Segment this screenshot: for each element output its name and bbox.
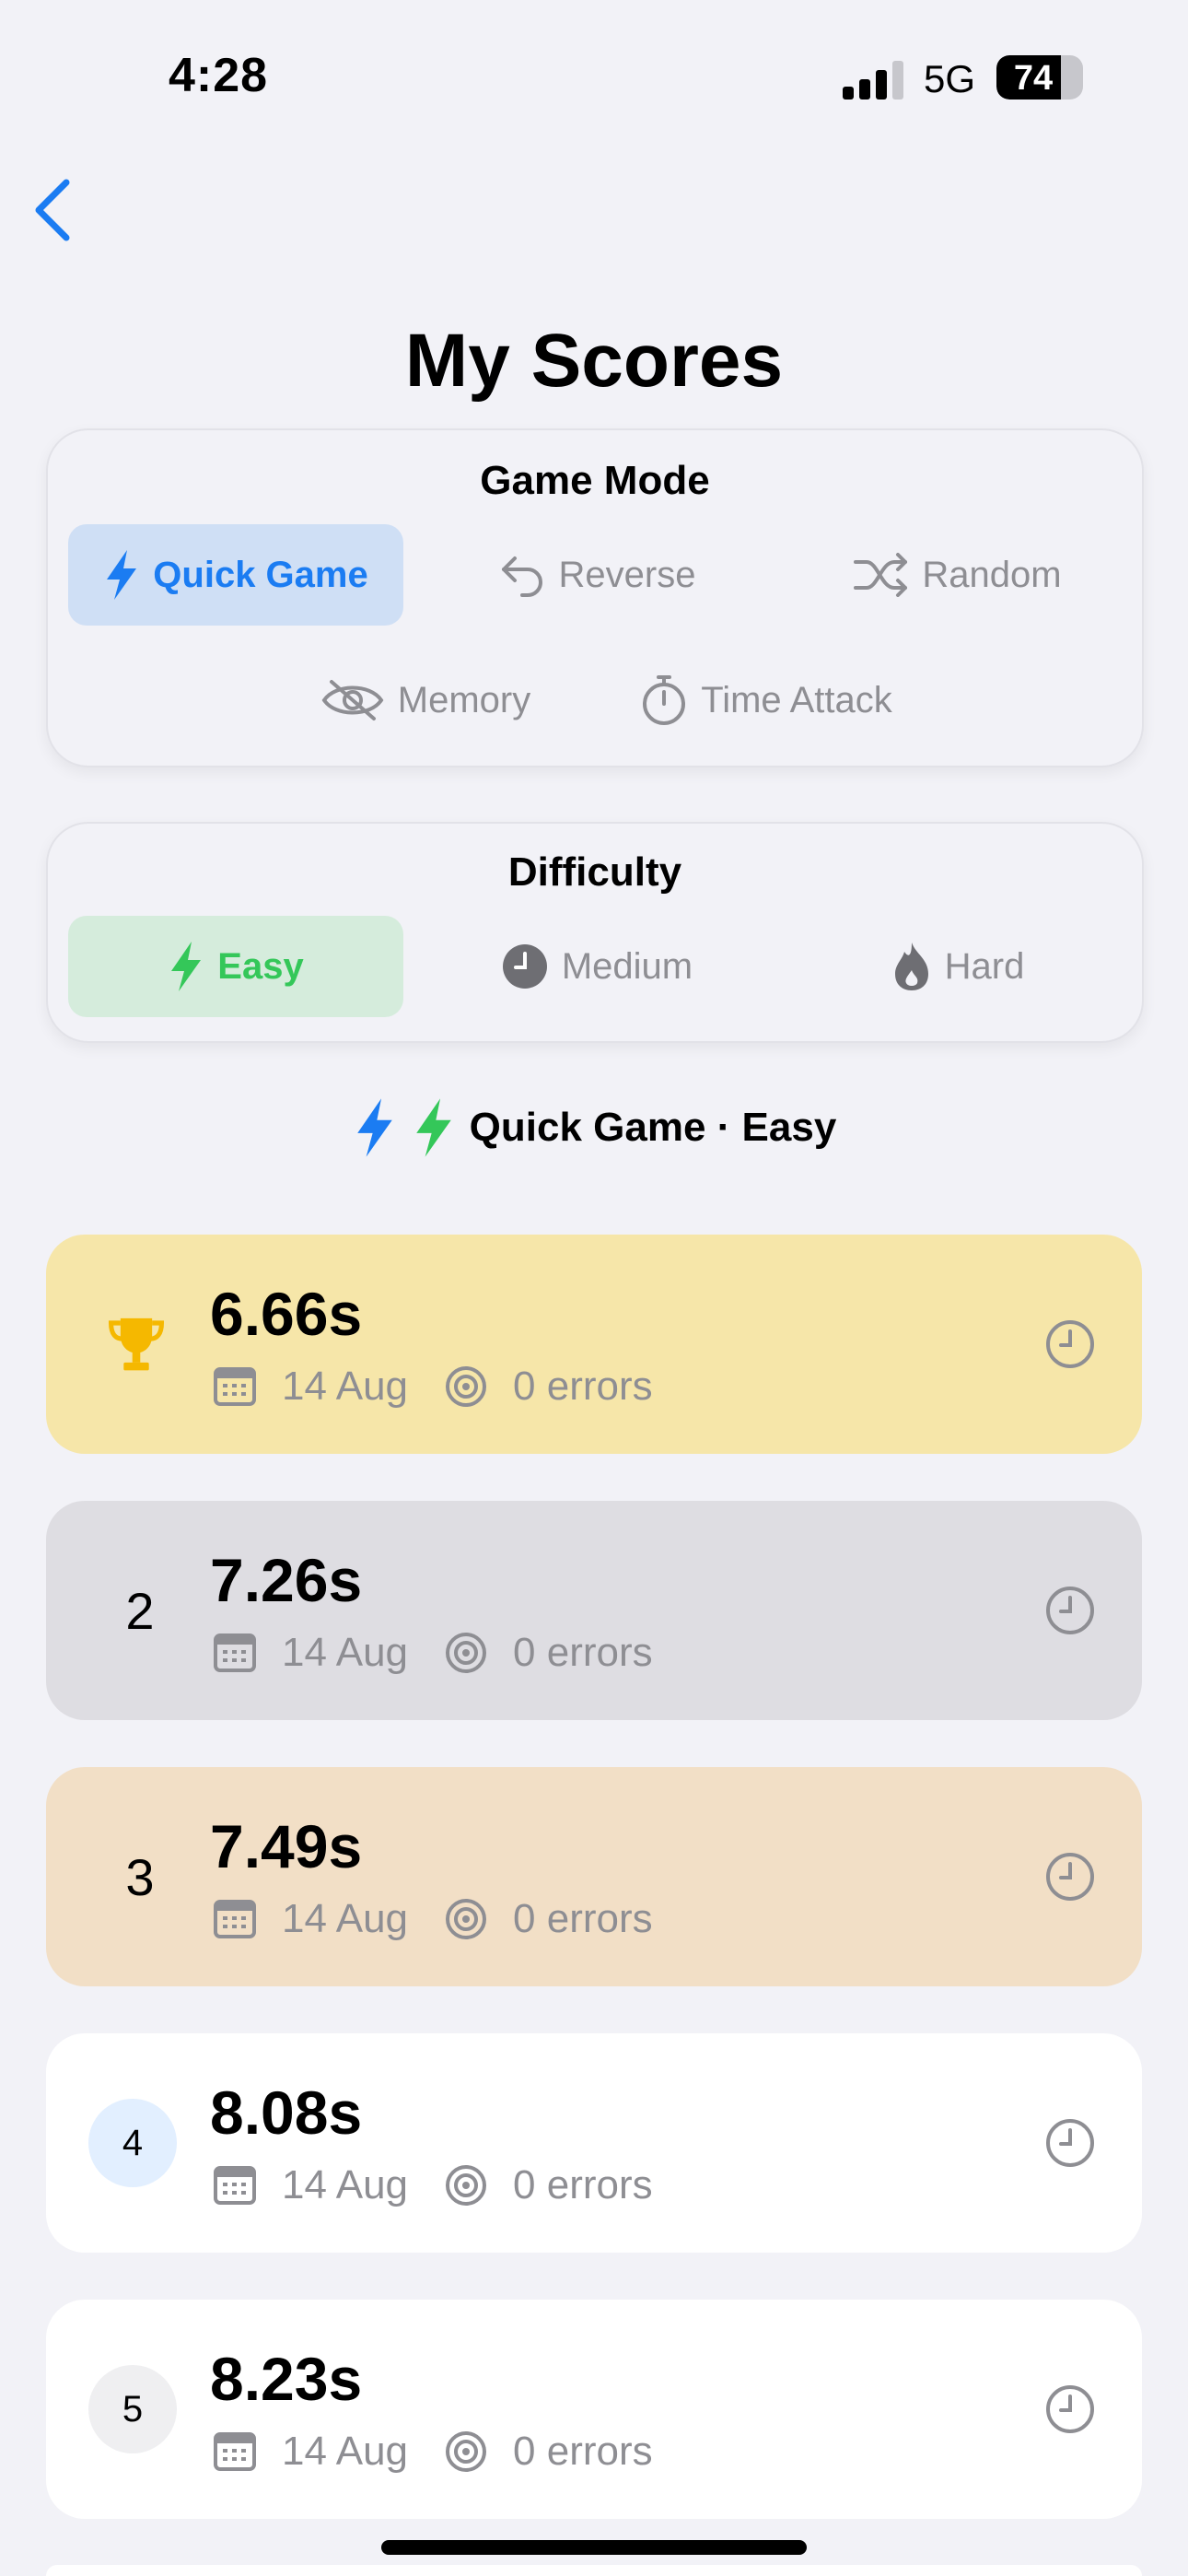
back-chevron-icon[interactable] <box>28 175 79 245</box>
score-errors: 0 errors <box>513 1896 653 1941</box>
clock-icon[interactable] <box>1044 1585 1096 1636</box>
score-time: 8.08s <box>210 2078 363 2147</box>
difficulty-hard[interactable]: Hard <box>790 916 1125 1017</box>
clock-icon[interactable] <box>1044 2383 1096 2435</box>
score-date: 14 Aug <box>282 1630 409 1675</box>
score-date: 14 Aug <box>282 1896 409 1941</box>
difficulty-label: Easy <box>217 945 304 987</box>
clock-icon[interactable] <box>1044 2117 1096 2169</box>
rank-badge: 5 <box>88 2365 177 2453</box>
undo-arrow-icon <box>501 556 542 597</box>
summary-text: Quick Game · Easy <box>469 1105 837 1150</box>
battery-icon: 74 <box>996 55 1083 100</box>
mode-label: Quick Game <box>153 554 368 595</box>
mode-memory[interactable]: Memory <box>287 650 564 751</box>
calendar-icon <box>214 1367 256 1406</box>
clock-icon[interactable] <box>1044 1318 1096 1370</box>
target-icon <box>446 2165 487 2206</box>
gauge-icon <box>502 944 547 989</box>
difficulty-easy[interactable]: Easy <box>68 916 403 1017</box>
score-errors: 0 errors <box>513 2162 653 2207</box>
game-mode-title: Game Mode <box>480 458 710 503</box>
score-meta: 14 Aug 0 errors <box>214 1630 653 1676</box>
eye-slash-icon <box>321 680 384 720</box>
clock-icon[interactable] <box>1044 1851 1096 1903</box>
score-row[interactable]: 4 8.08s 14 Aug 0 errors <box>46 2033 1142 2253</box>
score-row[interactable]: 3 7.49s 14 Aug 0 errors <box>46 1767 1142 1986</box>
mode-label: Memory <box>397 679 531 720</box>
target-icon <box>446 1633 487 1673</box>
mode-time-attack[interactable]: Time Attack <box>600 650 932 751</box>
score-row[interactable] <box>46 2565 1142 2576</box>
bolt-icon <box>415 1098 451 1157</box>
bolt-icon <box>107 550 137 600</box>
target-icon <box>446 2431 487 2472</box>
score-meta: 14 Aug 0 errors <box>214 2429 653 2475</box>
difficulty-card: Difficulty Easy Medium Hard <box>46 822 1144 1043</box>
score-date: 14 Aug <box>282 2429 409 2474</box>
score-row[interactable]: 6.66s 14 Aug 0 errors <box>46 1235 1142 1454</box>
battery-nub <box>1077 70 1083 87</box>
selection-summary: Quick Game · Easy <box>0 1096 1188 1159</box>
score-row[interactable]: 2 7.26s 14 Aug 0 errors <box>46 1501 1142 1720</box>
score-date: 14 Aug <box>282 2162 409 2207</box>
score-errors: 0 errors <box>513 1630 653 1675</box>
difficulty-title: Difficulty <box>507 849 682 895</box>
rank-number: 3 <box>125 1847 155 1906</box>
score-row[interactable]: 5 8.23s 14 Aug 0 errors <box>46 2300 1142 2519</box>
score-meta: 14 Aug 0 errors <box>214 1364 653 1410</box>
mode-label: Reverse <box>558 554 696 595</box>
mode-random[interactable]: Random <box>790 524 1125 626</box>
rank-number: 2 <box>125 1581 155 1640</box>
mode-quick-game[interactable]: Quick Game <box>68 524 403 626</box>
difficulty-label: Medium <box>561 945 693 987</box>
score-time: 8.23s <box>210 2345 363 2413</box>
calendar-icon <box>214 2166 256 2205</box>
bolt-icon <box>356 1098 392 1157</box>
score-errors: 0 errors <box>513 1364 653 1409</box>
game-mode-card: Game Mode Quick Game Reverse Random Memo… <box>46 428 1144 767</box>
stopwatch-icon <box>643 675 686 725</box>
status-time: 4:28 <box>169 49 269 102</box>
trophy-icon <box>108 1317 165 1371</box>
flame-icon <box>894 943 928 990</box>
calendar-icon <box>214 2432 256 2471</box>
target-icon <box>446 1899 487 1939</box>
score-meta: 14 Aug 0 errors <box>214 1896 653 1942</box>
score-errors: 0 errors <box>513 2429 653 2474</box>
target-icon <box>446 1366 487 1407</box>
shuffle-icon <box>854 553 908 597</box>
mode-reverse[interactable]: Reverse <box>429 524 764 626</box>
score-time: 7.49s <box>210 1812 363 1880</box>
score-time: 6.66s <box>210 1280 363 1348</box>
calendar-icon <box>214 1900 256 1938</box>
difficulty-medium[interactable]: Medium <box>429 916 764 1017</box>
rank-badge: 4 <box>88 2099 177 2187</box>
network-type: 5G <box>924 57 976 100</box>
score-time: 7.26s <box>210 1546 363 1614</box>
battery-level: 74 <box>1013 59 1054 98</box>
mode-label: Time Attack <box>701 679 892 720</box>
difficulty-label: Hard <box>944 945 1025 987</box>
mode-label: Random <box>922 554 1062 595</box>
cellular-signal-icon <box>843 61 903 100</box>
score-meta: 14 Aug 0 errors <box>214 2162 653 2208</box>
page-title: My Scores <box>404 319 784 403</box>
home-indicator[interactable] <box>381 2540 807 2555</box>
score-date: 14 Aug <box>282 1364 409 1409</box>
calendar-icon <box>214 1633 256 1672</box>
bolt-icon <box>171 942 202 991</box>
